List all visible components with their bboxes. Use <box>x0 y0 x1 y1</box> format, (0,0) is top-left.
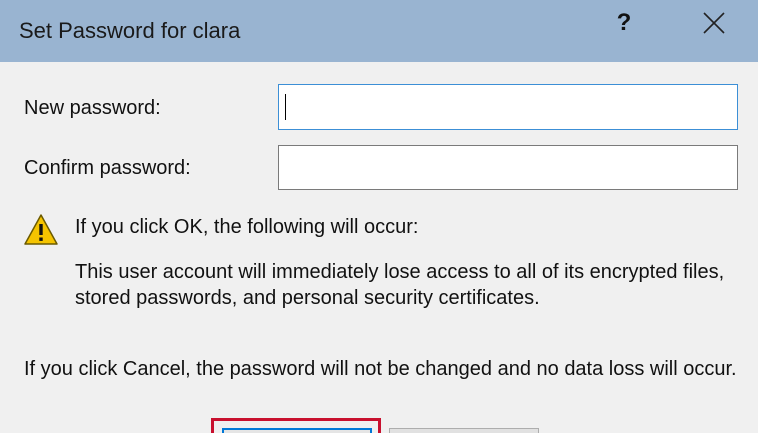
new-password-input[interactable] <box>279 85 737 129</box>
help-button[interactable]: ? <box>604 6 644 40</box>
ok-button[interactable] <box>222 428 372 433</box>
close-button[interactable] <box>694 6 734 40</box>
warning-detail: This user account will immediately lose … <box>75 261 725 309</box>
warning-heading: If you click OK, the following will occu… <box>75 216 419 238</box>
new-password-label: New password: <box>24 97 161 119</box>
close-icon <box>703 12 725 34</box>
confirm-password-field-frame[interactable] <box>278 145 738 190</box>
new-password-field-frame[interactable] <box>278 84 738 130</box>
title-bar[interactable]: Set Password for clara ? <box>0 0 758 62</box>
confirm-password-input[interactable] <box>279 146 737 189</box>
confirm-password-label: Confirm password: <box>24 157 191 179</box>
help-icon: ? <box>616 9 632 36</box>
dialog-title: Set Password for clara <box>19 18 241 43</box>
cancel-note: If you click Cancel, the password will n… <box>24 358 737 380</box>
cancel-button[interactable] <box>389 428 539 433</box>
warning-triangle-icon <box>23 213 59 247</box>
set-password-dialog: Set Password for clara ? New password: C… <box>0 0 758 433</box>
text-caret <box>285 94 286 120</box>
